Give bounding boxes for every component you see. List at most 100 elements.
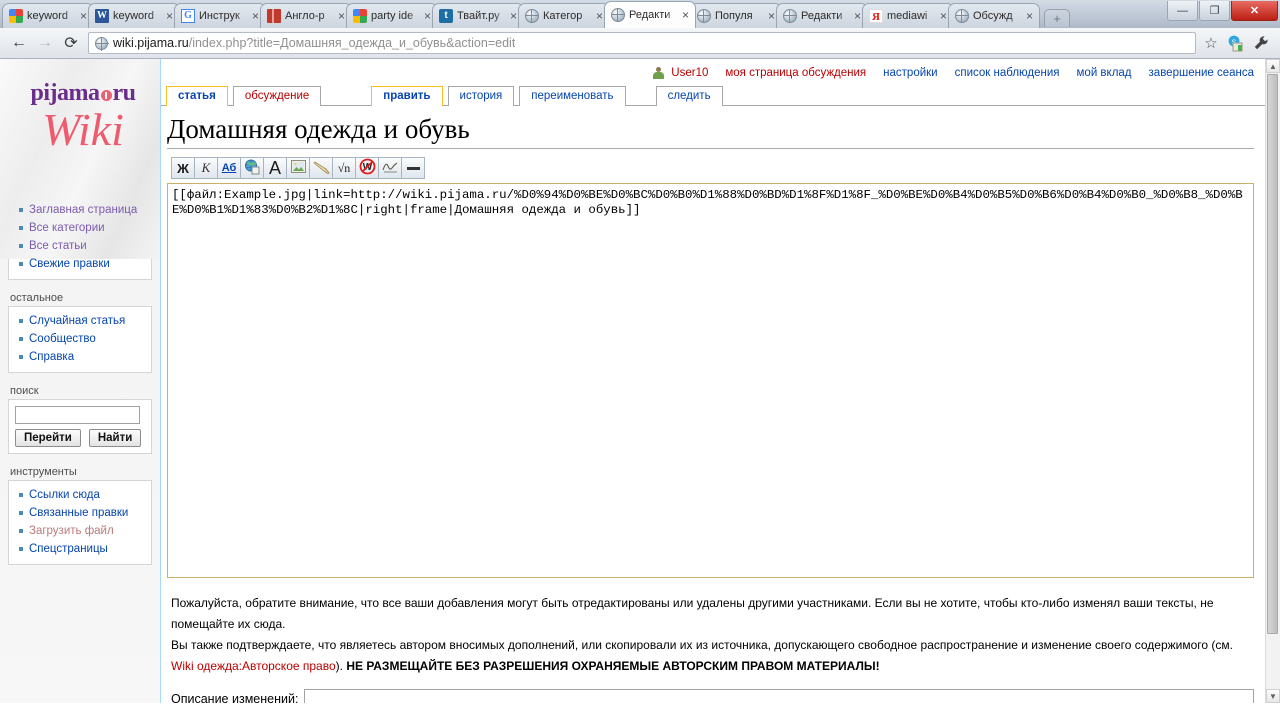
search-input[interactable] — [15, 406, 140, 424]
forward-icon[interactable]: → — [32, 30, 58, 56]
bold-button[interactable]: Ж — [171, 157, 195, 180]
user-link-my-talk[interactable]: моя страница обсуждения — [725, 67, 866, 79]
bookmark-star-icon[interactable]: ☆ — [1200, 32, 1222, 54]
list-item[interactable]: Загрузить файл — [13, 522, 147, 540]
browser-tab-12[interactable]: Обсужд × — [948, 3, 1040, 28]
tab-label: Категор — [543, 10, 583, 22]
browser-tab-8-active[interactable]: Редакти × — [604, 1, 696, 28]
portlet-body: Заглавная страница Все категории Все ста… — [8, 195, 152, 280]
new-tab-button[interactable]: + — [1044, 9, 1070, 27]
tab-edit[interactable]: править — [371, 86, 443, 106]
media-file-button[interactable] — [309, 157, 333, 180]
sidebar-link-what-links-here[interactable]: Ссылки сюда — [29, 489, 100, 501]
no-wiki-icon: W — [359, 158, 376, 178]
logo-word-pijama: pijama — [30, 80, 101, 106]
sidebar-link-community[interactable]: Сообщество — [29, 333, 96, 345]
sidebar-link-main-page[interactable]: Заглавная страница — [29, 204, 137, 216]
close-icon[interactable]: × — [680, 9, 691, 21]
content-column: User10 моя страница обсуждения настройки… — [161, 59, 1266, 703]
globe-favicon-icon — [955, 9, 969, 23]
list-item[interactable]: Все категории — [13, 219, 147, 237]
content-body: Домашняя одежда и обувь Ж К Аб A √n [[фа… — [161, 105, 1266, 703]
portlet-body: Ссылки сюда Связанные правки Загрузить ф… — [8, 480, 152, 565]
sidebar-link-random-article[interactable]: Случайная статья — [29, 315, 125, 327]
browser-tab-6[interactable]: t Твайт.ру × — [432, 3, 524, 28]
sidebar-link-help[interactable]: Справка — [29, 351, 74, 363]
browser-tab-2[interactable]: W keyword × — [88, 3, 180, 28]
edit-toolbar: Ж К Аб A √n — [171, 157, 1254, 180]
list-item[interactable]: Заглавная страница — [13, 201, 147, 219]
scroll-up-arrow-icon[interactable]: ▲ — [1266, 59, 1280, 73]
list-item[interactable]: Сообщество — [13, 330, 147, 348]
browser-tab-7[interactable]: Категор × — [518, 3, 610, 28]
maximize-button[interactable]: ❐ — [1199, 1, 1230, 21]
italic-button[interactable]: К — [194, 157, 218, 180]
tab-watch[interactable]: следить — [655, 86, 723, 106]
tab-rename[interactable]: переименовать — [519, 86, 626, 106]
close-icon[interactable]: × — [1024, 10, 1035, 22]
signature-button[interactable] — [378, 157, 402, 180]
summary-row: Описание изменений: — [171, 689, 1254, 703]
user-link-preferences[interactable]: настройки — [883, 67, 937, 79]
list-item[interactable]: Справка — [13, 348, 147, 366]
browser-tab-5[interactable]: party ide × — [346, 3, 438, 28]
user-link-watchlist[interactable]: список наблюдения — [955, 67, 1060, 79]
skype-extension-icon[interactable]: S — [1222, 30, 1248, 56]
tab-label: Англо-р — [285, 10, 325, 22]
sidebar-link-all-categories[interactable]: Все категории — [29, 222, 105, 234]
embedded-image-button[interactable] — [286, 157, 310, 180]
scrollbar-thumb[interactable] — [1267, 74, 1278, 634]
minimize-button[interactable]: — — [1167, 1, 1198, 21]
summary-input[interactable] — [304, 689, 1254, 703]
sidebar-link-upload-file[interactable]: Загрузить файл — [29, 525, 114, 537]
username-label[interactable]: User10 — [671, 67, 708, 79]
word-favicon-icon: W — [95, 9, 109, 23]
list-item[interactable]: Ссылки сюда — [13, 486, 147, 504]
browser-tab-4[interactable]: Англо-р × — [260, 3, 352, 28]
tab-discussion[interactable]: обсуждение — [232, 86, 322, 106]
internal-link-button[interactable]: Аб — [217, 157, 241, 180]
sidebar-link-special-pages[interactable]: Спецстраницы — [29, 543, 108, 555]
portlet-title: остальное — [10, 292, 64, 304]
search-go-button[interactable]: Перейти — [15, 429, 81, 447]
google-favicon-icon — [353, 9, 367, 23]
browser-tab-1[interactable]: keyword × — [2, 3, 94, 28]
browser-tab-10[interactable]: Редакти × — [776, 3, 868, 28]
horizontal-line-button[interactable] — [401, 157, 425, 180]
list-item[interactable]: Случайная статья — [13, 312, 147, 330]
list-item[interactable]: Все статьи — [13, 237, 147, 255]
user-link-logout[interactable]: завершение сеанса — [1149, 67, 1254, 79]
url-text: wiki.pijama.ru/index.php?title=Домашняя_… — [113, 36, 515, 50]
browser-tab-11[interactable]: Я mediawi × — [862, 3, 954, 28]
copyright-link[interactable]: Wiki одежда:Авторское право — [171, 659, 336, 673]
wiki-text-editor[interactable]: [[файл:Example.jpg|link=http://wiki.pija… — [167, 183, 1254, 579]
user-link-contributions[interactable]: мой вклад — [1077, 67, 1132, 79]
page-scrollbar[interactable]: ▲ ▼ — [1265, 59, 1280, 703]
portlet-other: остальное Случайная статья Сообщество Сп… — [8, 292, 152, 373]
edit-notice-line-1: Пожалуйста, обратите внимание, что все в… — [171, 596, 1214, 632]
list-item[interactable]: Связанные правки — [13, 504, 147, 522]
nowiki-button[interactable]: W — [355, 157, 379, 180]
close-window-button[interactable]: ✕ — [1231, 1, 1278, 21]
search-find-button[interactable]: Найти — [88, 429, 142, 447]
scroll-down-arrow-icon[interactable]: ▼ — [1266, 689, 1280, 703]
signature-icon — [381, 160, 399, 176]
address-bar[interactable]: wiki.pijama.ru/index.php?title=Домашняя_… — [88, 32, 1196, 54]
browser-tab-9[interactable]: Популя × — [690, 3, 782, 28]
tab-article[interactable]: статья — [166, 86, 228, 106]
site-logo[interactable]: pijama ru Wiki — [0, 59, 160, 181]
browser-tab-3[interactable]: G Инструк × — [174, 3, 266, 28]
sidebar-link-all-articles[interactable]: Все статьи — [29, 240, 87, 252]
headline-button[interactable]: A — [263, 157, 287, 180]
wrench-menu-icon[interactable] — [1248, 30, 1274, 56]
reload-icon[interactable]: ⟳ — [58, 30, 84, 56]
external-link-button[interactable] — [240, 157, 264, 180]
sidebar-link-related-changes[interactable]: Связанные правки — [29, 507, 128, 519]
list-item[interactable]: Спецстраницы — [13, 540, 147, 558]
tab-history[interactable]: история — [447, 86, 515, 106]
back-icon[interactable]: ← — [6, 30, 32, 56]
sidebar-link-recent-changes[interactable]: Свежие правки — [29, 258, 110, 270]
namespace-tabs: статья обсуждение править история переим… — [161, 85, 1266, 106]
math-formula-button[interactable]: √n — [332, 157, 356, 180]
list-item[interactable]: Свежие правки — [13, 255, 147, 273]
